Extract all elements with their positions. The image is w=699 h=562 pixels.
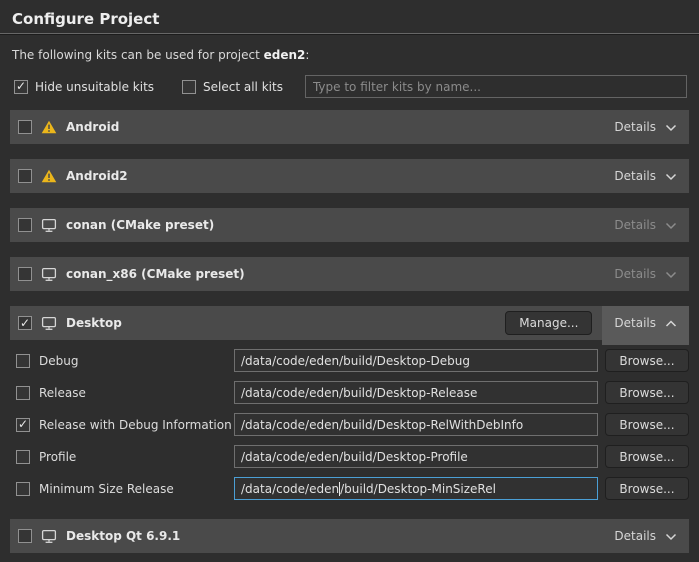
warning-icon <box>41 120 57 134</box>
hide-unsuitable-kits-label: Hide unsuitable kits <box>35 80 154 94</box>
details-toggle-disabled: Details <box>614 267 677 281</box>
kit-checkbox[interactable] <box>18 267 32 281</box>
desktop-icon <box>41 267 57 282</box>
build-config-checkbox[interactable] <box>16 386 30 400</box>
kit-name: Android <box>66 120 119 134</box>
browse-button[interactable]: Browse... <box>605 477 689 500</box>
kit-name: conan (CMake preset) <box>66 218 214 232</box>
kit-row-desktop: Desktop Manage... Details <box>10 306 689 340</box>
kit-checkbox[interactable] <box>18 529 32 543</box>
details-label: Details <box>614 529 656 543</box>
build-config-checkbox[interactable] <box>16 482 30 496</box>
details-label: Details <box>614 267 656 281</box>
checkbox-unchecked-icon <box>182 80 196 94</box>
details-toggle[interactable]: Details <box>614 529 677 543</box>
page-title: Configure Project <box>0 0 699 33</box>
kit-row-conan: conan (CMake preset) Details <box>10 208 689 242</box>
kit-name: Desktop Qt 6.9.1 <box>66 529 180 543</box>
kit-name: Desktop <box>66 316 122 330</box>
details-label: Details <box>614 316 656 330</box>
kit-filter-toolbar: Hide unsuitable kits Select all kits <box>14 75 687 98</box>
project-name: eden2 <box>264 48 306 62</box>
kit-checkbox[interactable] <box>18 169 32 183</box>
chevron-down-icon <box>665 271 677 279</box>
build-config-row-relwithdebinfo: Release with Debug Information Browse... <box>10 413 689 436</box>
desktop-build-configs: Debug Browse... Release Browse... Releas… <box>10 340 689 502</box>
build-dir-input[interactable] <box>234 413 598 436</box>
manage-kits-button[interactable]: Manage... <box>505 311 592 335</box>
build-dir-input[interactable] <box>234 349 598 372</box>
chevron-down-icon <box>665 173 677 181</box>
desktop-icon <box>41 218 57 233</box>
details-toggle[interactable]: Details <box>614 120 677 134</box>
build-dir-input[interactable] <box>234 445 598 468</box>
details-zone-active: Details <box>602 306 689 340</box>
browse-button[interactable]: Browse... <box>605 413 689 436</box>
details-label: Details <box>614 120 656 134</box>
checkbox-checked-icon <box>14 80 28 94</box>
build-config-label: Release <box>39 386 86 400</box>
chevron-up-icon <box>665 320 677 328</box>
desktop-icon <box>41 529 57 544</box>
kit-checkbox[interactable] <box>18 218 32 232</box>
build-config-checkbox[interactable] <box>16 450 30 464</box>
build-config-label: Minimum Size Release <box>39 482 174 496</box>
build-config-label: Debug <box>39 354 78 368</box>
kit-name: Android2 <box>66 169 128 183</box>
kit-list: Android Details Android2 Details conan ( <box>0 110 699 553</box>
select-all-kits-checkbox[interactable]: Select all kits <box>182 80 283 94</box>
build-config-row-release: Release Browse... <box>10 381 689 404</box>
details-toggle[interactable]: Details <box>614 316 677 330</box>
browse-button[interactable]: Browse... <box>605 349 689 372</box>
build-config-label: Release with Debug Information <box>39 418 232 432</box>
build-dir-input[interactable] <box>234 381 598 404</box>
kit-checkbox[interactable] <box>18 120 32 134</box>
build-config-checkbox[interactable] <box>16 418 30 432</box>
select-all-kits-label: Select all kits <box>203 80 283 94</box>
desktop-icon <box>41 316 57 331</box>
chevron-down-icon <box>665 533 677 541</box>
build-config-label: Profile <box>39 450 76 464</box>
kit-row-android: Android Details <box>10 110 689 144</box>
browse-button[interactable]: Browse... <box>605 445 689 468</box>
intro-text: The following kits can be used for proje… <box>12 48 687 62</box>
details-toggle-disabled: Details <box>614 218 677 232</box>
chevron-down-icon <box>665 124 677 132</box>
kit-row-desktop-qt: Desktop Qt 6.9.1 Details <box>10 519 689 553</box>
kit-filter-input[interactable] <box>305 75 687 98</box>
kit-row-android2: Android2 Details <box>10 159 689 193</box>
warning-icon <box>41 169 57 183</box>
build-config-row-profile: Profile Browse... <box>10 445 689 468</box>
hide-unsuitable-kits-checkbox[interactable]: Hide unsuitable kits <box>14 80 154 94</box>
kit-row-conan-x86: conan_x86 (CMake preset) Details <box>10 257 689 291</box>
kit-checkbox[interactable] <box>18 316 32 330</box>
build-config-checkbox[interactable] <box>16 354 30 368</box>
build-config-row-minsizerel: Minimum Size Release /data/code/eden/bui… <box>10 477 689 500</box>
chevron-down-icon <box>665 222 677 230</box>
browse-button[interactable]: Browse... <box>605 381 689 404</box>
header-divider-shadow <box>0 34 699 35</box>
details-label: Details <box>614 218 656 232</box>
kit-name: conan_x86 (CMake preset) <box>66 267 245 281</box>
build-config-row-debug: Debug Browse... <box>10 349 689 372</box>
details-label: Details <box>614 169 656 183</box>
details-toggle[interactable]: Details <box>614 169 677 183</box>
build-dir-input-focused[interactable]: /data/code/eden/build/Desktop-MinSizeRel <box>234 477 598 500</box>
